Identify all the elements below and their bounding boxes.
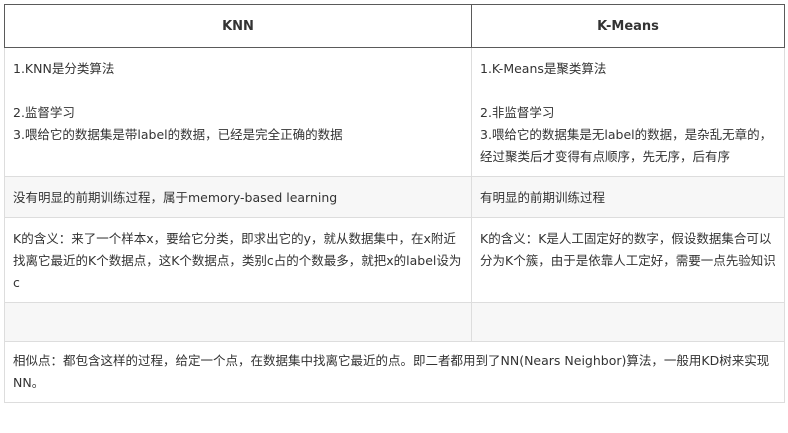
cell-line: 1.KNN是分类算法: [13, 61, 115, 76]
kmeans-cell-2: 有明显的前期训练过程: [471, 176, 785, 218]
table-row: 1.KNN是分类算法 2.监督学习 3.喂给它的数据集是带label的数据，已经…: [4, 47, 785, 177]
knn-cell-3: K的含义：来了一个样本x，要给它分类，即求出它的y，就从数据集中，在x附近找离它…: [4, 217, 472, 303]
cell-line: 2.监督学习: [13, 105, 75, 120]
kmeans-cell-empty: [471, 302, 785, 342]
kmeans-cell-3: K的含义：K是人工固定好的数字，假设数据集合可以分为K个簇，由于是依靠人工定好，…: [471, 217, 785, 303]
table-row: K的含义：来了一个样本x，要给它分类，即求出它的y，就从数据集中，在x附近找离它…: [4, 217, 785, 303]
header-knn: KNN: [4, 4, 472, 48]
header-row: KNN K-Means: [4, 4, 785, 48]
knn-cell-empty: [4, 302, 472, 342]
table-row: [4, 302, 785, 342]
cell-line: 2.非监督学习: [480, 105, 555, 120]
kmeans-cell-1: 1.K-Means是聚类算法 2.非监督学习 3.喂给它的数据集是无label的…: [471, 47, 785, 177]
cell-line: 3.喂给它的数据集是带label的数据，已经是完全正确的数据: [13, 127, 343, 142]
cell-spacer: [13, 80, 463, 102]
comparison-table-container: KNN K-Means 1.KNN是分类算法 2.监督学习 3.喂给它的数据集是…: [4, 4, 785, 403]
knn-cell-1: 1.KNN是分类算法 2.监督学习 3.喂给它的数据集是带label的数据，已经…: [4, 47, 472, 177]
cell-line: 1.K-Means是聚类算法: [480, 61, 607, 76]
table-row: 没有明显的前期训练过程，属于memory-based learning 有明显的…: [4, 176, 785, 218]
cell-line: 3.喂给它的数据集是无label的数据，是杂乱无章的，经过聚类后才变得有点顺序，…: [480, 127, 773, 164]
knn-kmeans-comparison-table: KNN K-Means 1.KNN是分类算法 2.监督学习 3.喂给它的数据集是…: [4, 4, 785, 403]
knn-cell-2: 没有明显的前期训练过程，属于memory-based learning: [4, 176, 472, 218]
cell-spacer: [480, 80, 776, 102]
header-kmeans: K-Means: [471, 4, 785, 48]
table-row: 相似点：都包含这样的过程，给定一个点，在数据集中找离它最近的点。即二者都用到了N…: [4, 341, 785, 403]
similarity-cell: 相似点：都包含这样的过程，给定一个点，在数据集中找离它最近的点。即二者都用到了N…: [4, 341, 785, 403]
